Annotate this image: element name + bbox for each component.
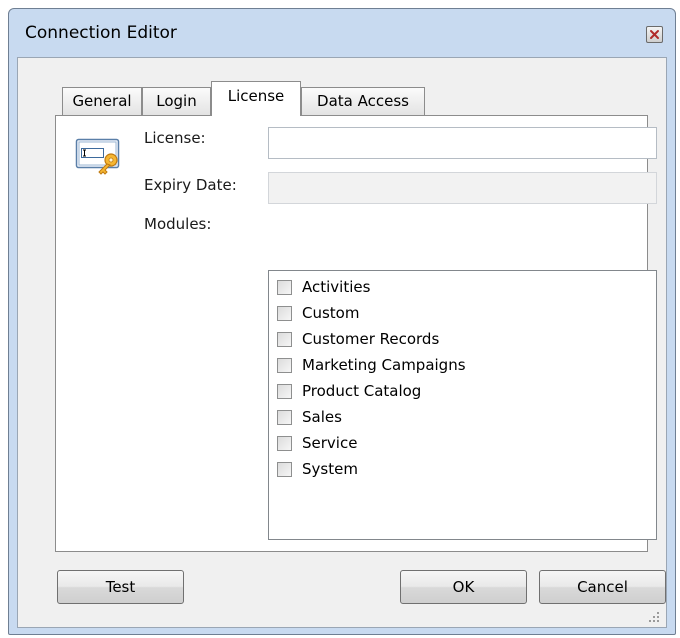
dialog-client-area: General Login License Data Access Licens… [17, 57, 667, 628]
module-label: Custom [302, 304, 360, 322]
module-item-marketing-campaigns[interactable]: Marketing Campaigns [277, 353, 466, 377]
module-label: System [302, 460, 358, 478]
module-checkbox[interactable] [277, 305, 292, 321]
module-label: Service [302, 434, 358, 452]
license-key-icon [75, 138, 120, 175]
cancel-button[interactable]: Cancel [539, 570, 666, 604]
window-title: Connection Editor [25, 23, 177, 43]
ok-button[interactable]: OK [400, 570, 527, 604]
connection-editor-window: Connection Editor General Login License … [8, 8, 676, 635]
license-label: License: [144, 129, 206, 147]
close-icon [650, 30, 659, 39]
tab-general[interactable]: General [62, 87, 142, 115]
close-button[interactable] [646, 26, 663, 43]
tab-data-access[interactable]: Data Access [301, 87, 425, 115]
title-bar[interactable]: Connection Editor [9, 9, 675, 57]
module-checkbox[interactable] [277, 461, 292, 477]
module-checkbox[interactable] [277, 383, 292, 399]
module-checkbox[interactable] [277, 435, 292, 451]
module-checkbox[interactable] [277, 409, 292, 425]
tab-label: Data Access [317, 92, 409, 110]
module-label: Product Catalog [302, 382, 422, 400]
module-item-customer-records[interactable]: Customer Records [277, 327, 439, 351]
module-item-product-catalog[interactable]: Product Catalog [277, 379, 421, 403]
resize-grip-icon[interactable] [648, 611, 660, 623]
tab-label: License [227, 87, 285, 105]
module-item-custom[interactable]: Custom [277, 301, 359, 325]
license-input[interactable] [269, 128, 656, 158]
module-checkbox[interactable] [277, 357, 292, 373]
license-field[interactable] [268, 127, 657, 159]
module-label: Sales [302, 408, 342, 426]
module-checkbox[interactable] [277, 279, 292, 295]
test-button[interactable]: Test [57, 570, 184, 604]
module-label: Marketing Campaigns [302, 356, 466, 374]
tab-label: Login [156, 92, 197, 110]
modules-label: Modules: [144, 215, 212, 233]
modules-listbox[interactable]: Activities Custom Customer Records Marke… [268, 270, 657, 540]
module-label: Customer Records [302, 330, 440, 348]
module-label: Activities [302, 278, 371, 296]
module-item-sales[interactable]: Sales [277, 405, 342, 429]
tab-license[interactable]: License [211, 81, 301, 116]
tab-login[interactable]: Login [142, 87, 211, 115]
module-item-activities[interactable]: Activities [277, 275, 370, 299]
expiry-date-field [268, 172, 657, 204]
module-checkbox[interactable] [277, 331, 292, 347]
license-tab-panel: License: Expiry Date: Modules: Activitie… [55, 115, 657, 552]
expiry-date-label: Expiry Date: [144, 176, 237, 194]
module-item-system[interactable]: System [277, 457, 358, 481]
tab-label: General [72, 92, 132, 110]
expiry-date-input [269, 173, 656, 203]
module-item-service[interactable]: Service [277, 431, 357, 455]
